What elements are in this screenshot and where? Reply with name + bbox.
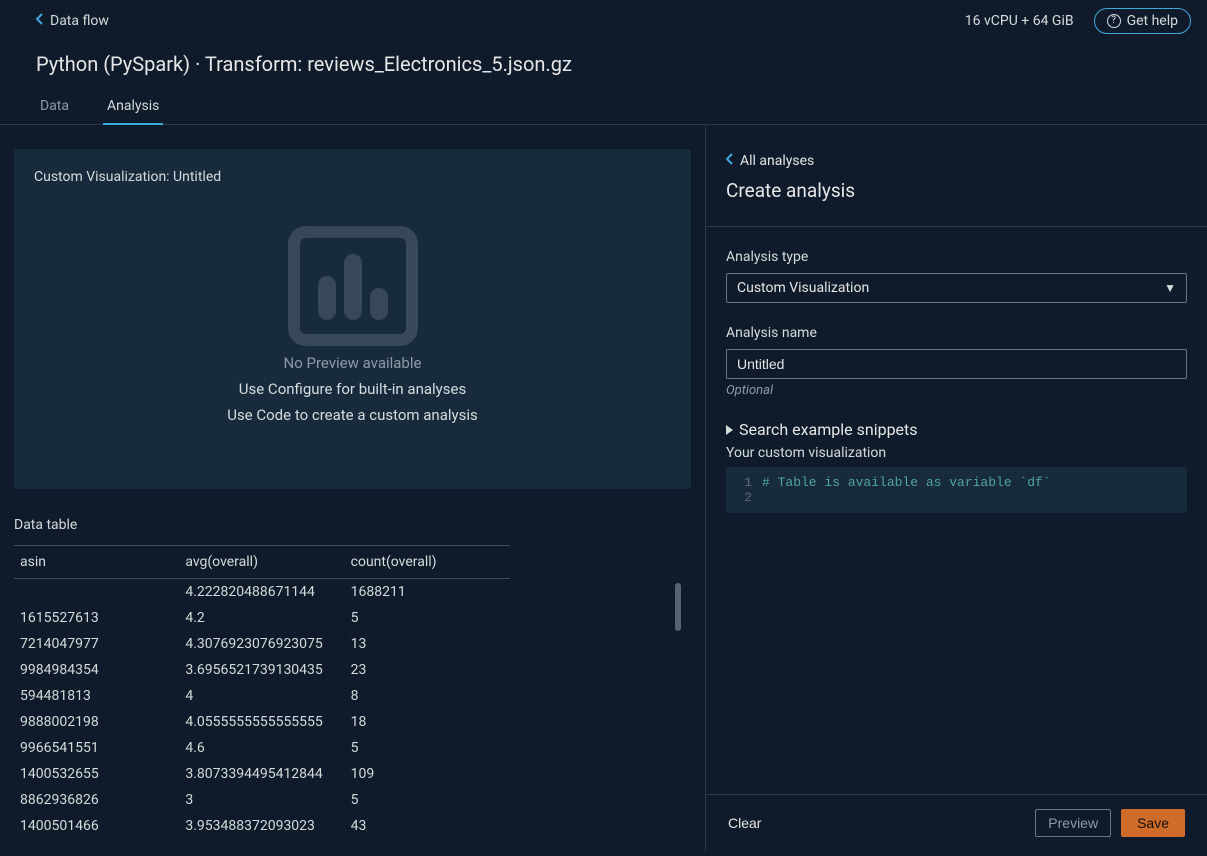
preview-button[interactable]: Preview (1035, 809, 1111, 837)
right-pane: All analyses Create analysis Analysis ty… (705, 125, 1207, 851)
chevron-left-icon (36, 13, 44, 29)
all-analyses-link[interactable]: All analyses (726, 153, 1187, 169)
visualization-title: Custom Visualization: Untitled (34, 169, 671, 185)
tab-analysis[interactable]: Analysis (103, 90, 163, 124)
left-pane: Custom Visualization: Untitled No Previe… (0, 125, 705, 851)
table-cell: 9888002198 (14, 709, 179, 735)
data-table-label: Data table (14, 517, 691, 533)
page-title: Python (PySpark) · Transform: reviews_El… (0, 38, 1207, 90)
table-row[interactable]: 59448181348 (14, 683, 510, 709)
data-table-wrap: asin avg(overall) count(overall) 4.22282… (14, 545, 691, 839)
help-icon: ? (1107, 14, 1121, 28)
table-row[interactable]: 886293682635 (14, 787, 510, 813)
hint-configure-text: Use Configure for built-in analyses (239, 380, 466, 398)
tabs: Data Analysis (0, 90, 1207, 125)
clear-button[interactable]: Clear (728, 815, 761, 831)
code-editor[interactable]: 1 # Table is available as variable `df` … (726, 467, 1187, 513)
right-buttons: Preview Save (1035, 809, 1185, 837)
table-cell: 4 (179, 683, 344, 709)
table-cell: 3 (179, 787, 344, 813)
table-cell: 13 (345, 631, 510, 657)
analysis-type-label: Analysis type (726, 249, 1187, 265)
divider (706, 226, 1207, 227)
table-cell: 18 (345, 709, 510, 735)
search-snippets-label: Search example snippets (739, 420, 918, 439)
data-table: asin avg(overall) count(overall) 4.22282… (14, 545, 510, 839)
optional-hint: Optional (726, 383, 1187, 398)
all-analyses-label: All analyses (740, 153, 814, 169)
analysis-name-input[interactable] (726, 349, 1187, 379)
table-cell: 3.6956521739130435 (179, 657, 344, 683)
table-cell: 3.953488372093023 (179, 813, 344, 839)
help-label: Get help (1127, 13, 1178, 29)
chevron-down-icon: ▼ (1164, 281, 1176, 295)
visualization-empty-state: No Preview available Use Configure for b… (34, 195, 671, 455)
table-cell (14, 579, 179, 606)
table-cell: 4.2 (179, 605, 344, 631)
table-cell: 43 (345, 813, 510, 839)
chevron-left-icon (726, 153, 734, 169)
no-preview-text: No Preview available (284, 354, 422, 372)
table-header-row: asin avg(overall) count(overall) (14, 546, 510, 579)
table-cell: 4.3076923076923075 (179, 631, 344, 657)
table-cell: 8862936826 (14, 787, 179, 813)
table-cell: 594481813 (14, 683, 179, 709)
table-cell: 7214047977 (14, 631, 179, 657)
table-cell: 1400532655 (14, 761, 179, 787)
line-number: 2 (726, 490, 762, 505)
bottom-bar: Clear Preview Save (706, 794, 1207, 851)
code-comment-line: # Table is available as variable `df` (762, 475, 1051, 490)
table-row[interactable]: 16155276134.25 (14, 605, 510, 631)
table-cell: 3.8073394495412844 (179, 761, 344, 787)
top-right-group: 16 vCPU + 64 GiB ? Get help (965, 8, 1191, 34)
table-row[interactable]: 4.2228204886711441688211 (14, 579, 510, 606)
table-row[interactable]: 72140479774.307692307692307513 (14, 631, 510, 657)
table-cell: 5 (345, 605, 510, 631)
table-row[interactable]: 98880021984.055555555555555518 (14, 709, 510, 735)
table-cell: 1688211 (345, 579, 510, 606)
back-link-data-flow[interactable]: Data flow (36, 13, 109, 29)
line-number: 1 (726, 475, 762, 490)
triangle-right-icon (726, 425, 733, 435)
table-cell: 1615527613 (14, 605, 179, 631)
table-cell: 23 (345, 657, 510, 683)
get-help-button[interactable]: ? Get help (1094, 8, 1191, 34)
create-analysis-title: Create analysis (726, 179, 1187, 202)
column-header[interactable]: count(overall) (345, 546, 510, 579)
hint-code-text: Use Code to create a custom analysis (227, 406, 478, 424)
table-cell: 1400501466 (14, 813, 179, 839)
back-link-label: Data flow (50, 13, 109, 29)
instance-config-text: 16 vCPU + 64 GiB (965, 13, 1074, 29)
table-row[interactable]: 14005014663.95348837209302343 (14, 813, 510, 839)
table-row[interactable]: 99665415514.65 (14, 735, 510, 761)
table-cell: 9966541551 (14, 735, 179, 761)
analysis-name-label: Analysis name (726, 325, 1187, 341)
custom-viz-label: Your custom visualization (726, 445, 1187, 461)
table-row[interactable]: 14005326553.8073394495412844109 (14, 761, 510, 787)
table-cell: 109 (345, 761, 510, 787)
bar-chart-icon (288, 226, 418, 346)
tab-data[interactable]: Data (36, 90, 73, 124)
table-cell: 8 (345, 683, 510, 709)
analysis-type-select[interactable]: Custom Visualization ▼ (726, 273, 1187, 303)
save-button[interactable]: Save (1121, 809, 1185, 837)
table-cell: 4.222820488671144 (179, 579, 344, 606)
main-split: Custom Visualization: Untitled No Previe… (0, 125, 1207, 851)
scrollbar[interactable] (675, 583, 681, 631)
top-bar: Data flow 16 vCPU + 64 GiB ? Get help (0, 0, 1207, 38)
table-cell: 5 (345, 735, 510, 761)
analysis-type-value: Custom Visualization (737, 280, 869, 296)
table-row[interactable]: 99849843543.695652173913043523 (14, 657, 510, 683)
table-cell: 5 (345, 787, 510, 813)
table-cell: 4.0555555555555555 (179, 709, 344, 735)
table-cell: 9984984354 (14, 657, 179, 683)
visualization-box: Custom Visualization: Untitled No Previe… (14, 149, 691, 489)
search-snippets-toggle[interactable]: Search example snippets (726, 420, 1187, 439)
column-header[interactable]: asin (14, 546, 179, 579)
column-header[interactable]: avg(overall) (179, 546, 344, 579)
table-cell: 4.6 (179, 735, 344, 761)
